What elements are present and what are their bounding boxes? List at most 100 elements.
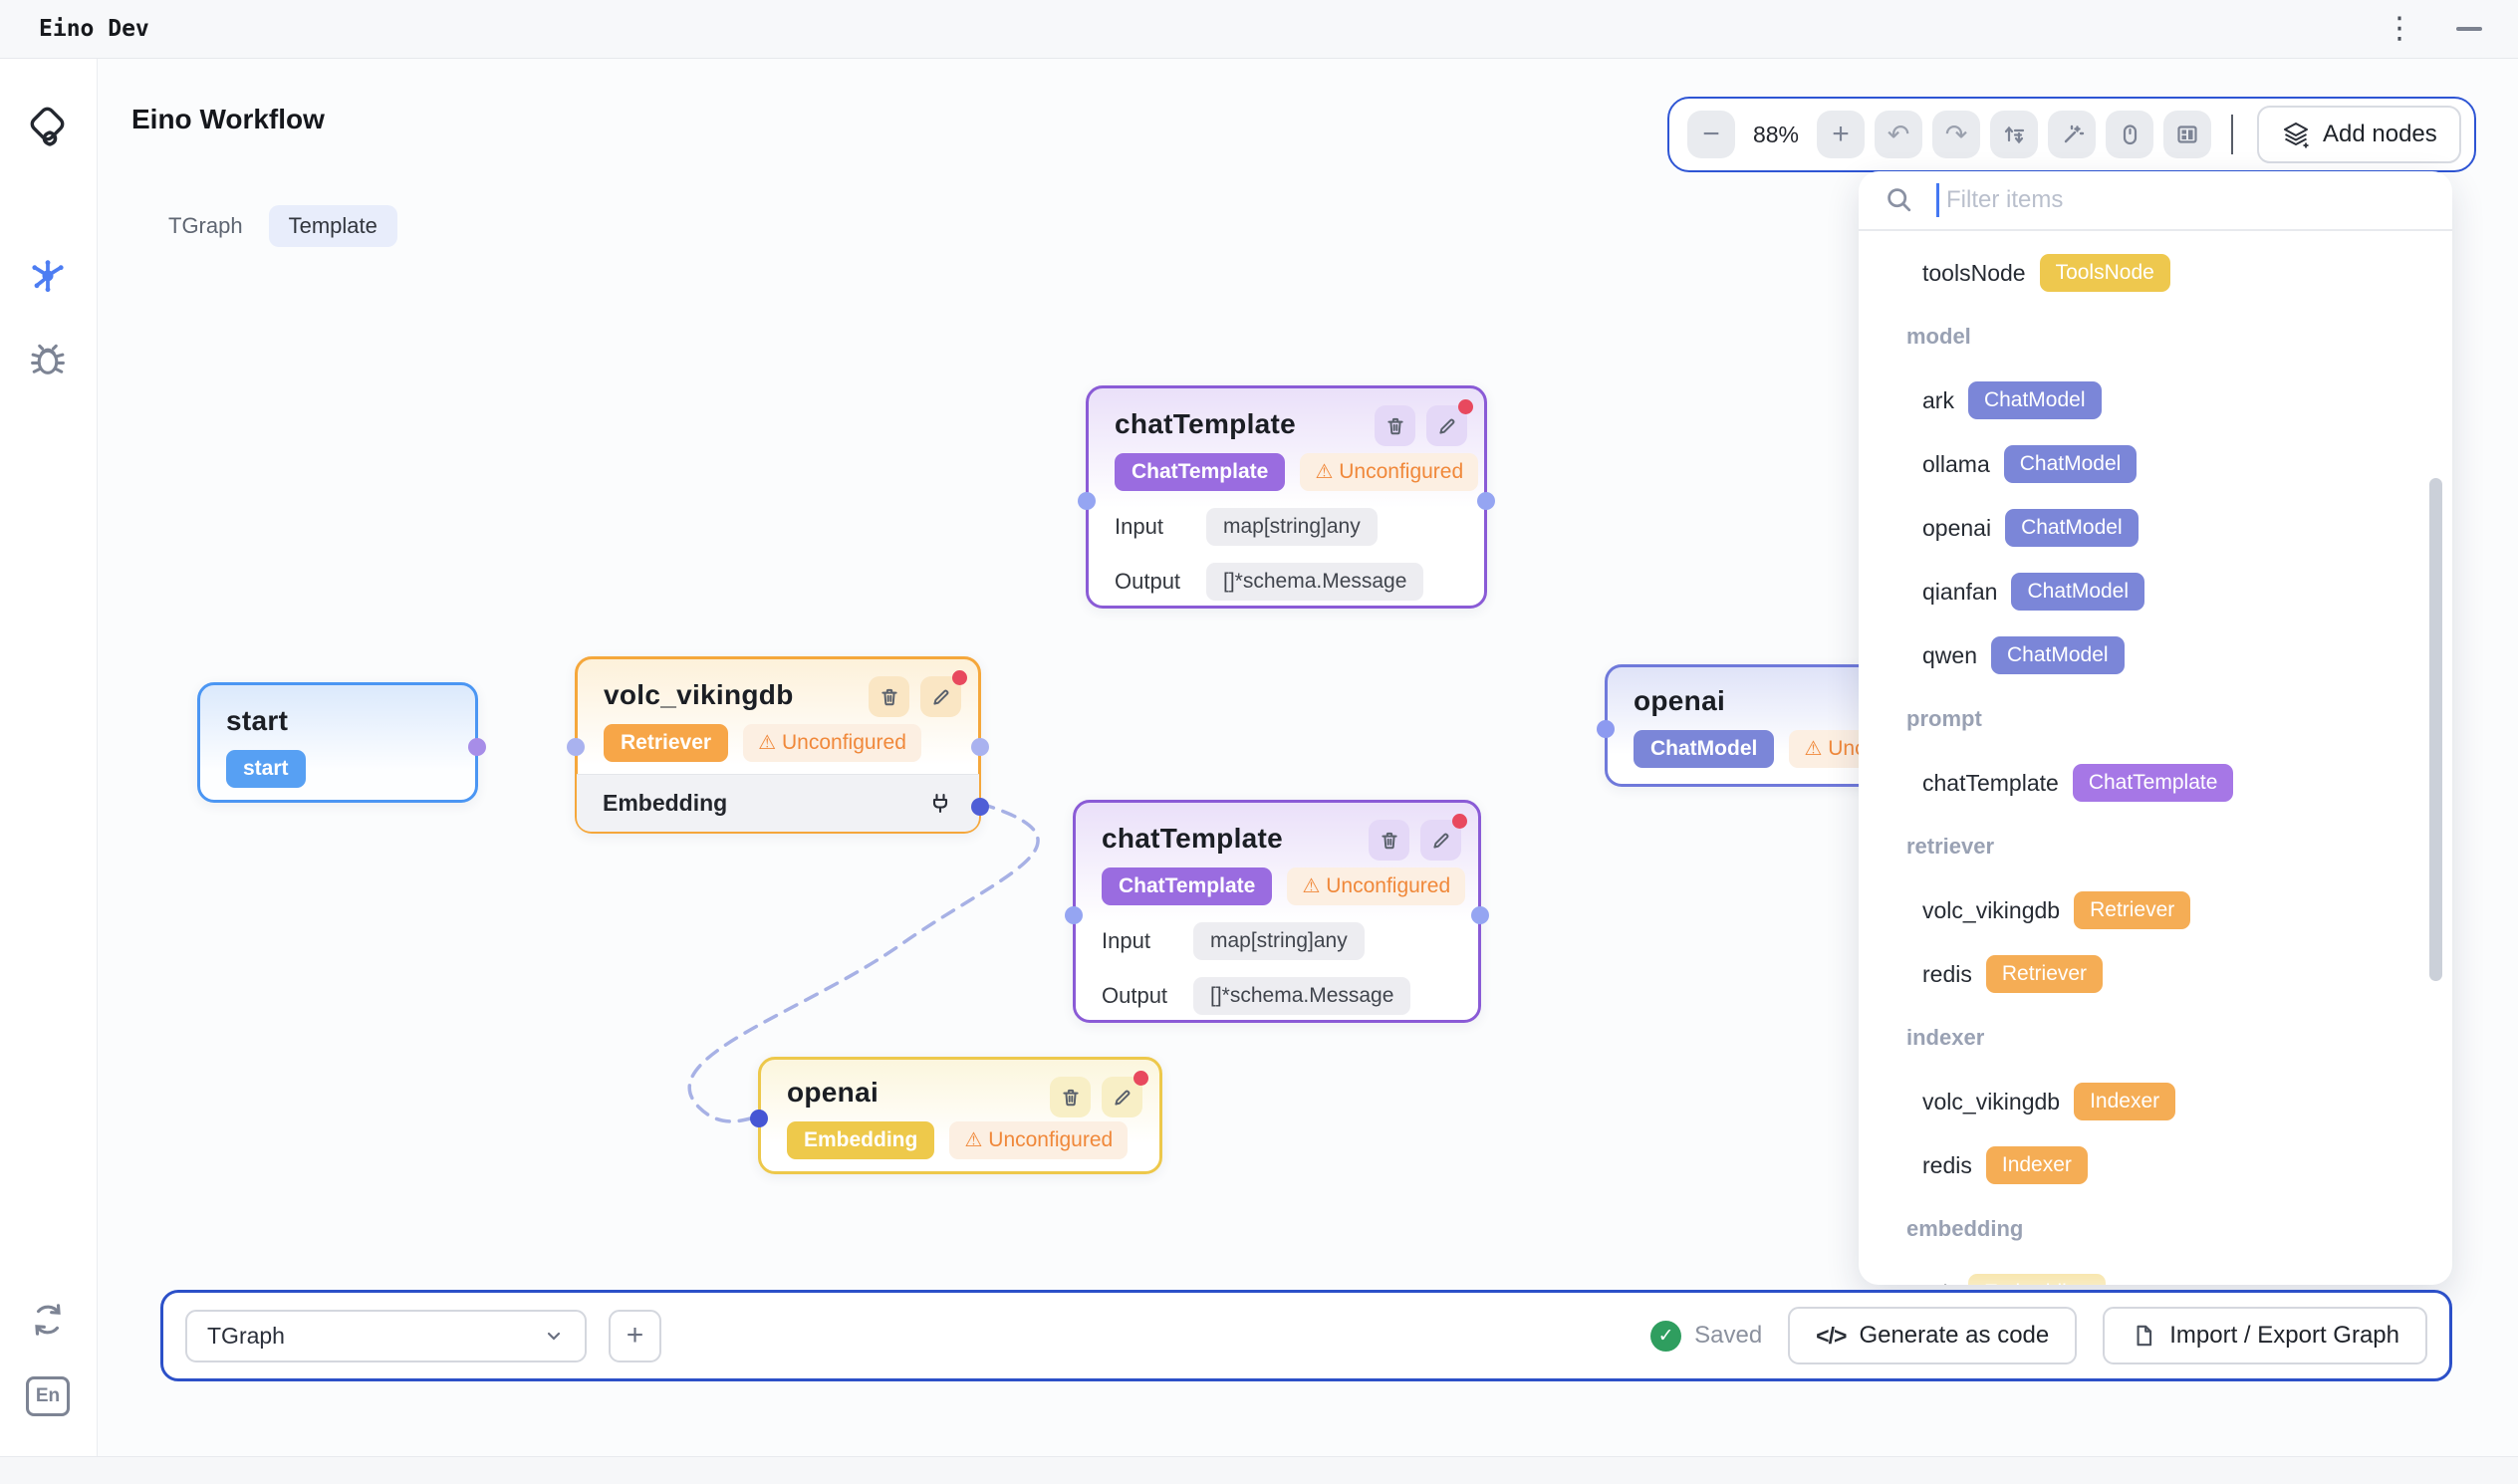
warning-icon: ⚠ [1302, 876, 1320, 896]
zoom-in-button[interactable]: + [1817, 111, 1865, 158]
node-chattemplate-mid[interactable]: chatTemplate ChatTemplate ⚠Unconfigured … [1073, 800, 1481, 1023]
delete-node-button[interactable] [1375, 405, 1415, 446]
embedding-slot-label: Embedding [603, 790, 727, 817]
type-badge: Indexer [2074, 1083, 2175, 1120]
save-status: ✓ Saved [1650, 1321, 1762, 1352]
port-start-output[interactable] [468, 738, 486, 756]
list-section-header: model [1859, 305, 2452, 369]
minimap-button[interactable] [2163, 111, 2211, 158]
document-icon [2131, 1323, 2156, 1349]
list-item[interactable]: toolsNodeToolsNode [1859, 241, 2452, 305]
edit-node-button[interactable] [1426, 405, 1467, 446]
type-badge: ChatTemplate [2073, 764, 2234, 802]
embedding-slot[interactable]: Embedding [577, 774, 979, 832]
tab-tgraph[interactable]: TGraph [168, 213, 243, 239]
filter-items-input[interactable] [1944, 185, 2426, 215]
list-item[interactable]: qianfanChatModel [1859, 560, 2452, 623]
port-chattemplate-mid-output[interactable] [1471, 906, 1489, 924]
eino-logo-icon [24, 104, 72, 151]
port-volc-output[interactable] [971, 738, 989, 756]
output-row: Output []*schema.Message [1102, 977, 1452, 1015]
mouse-mode-button[interactable] [2106, 111, 2153, 158]
node-type-badge: ChatTemplate [1115, 453, 1285, 491]
warning-icon: ⚠ [1804, 739, 1822, 759]
unsaved-indicator [1452, 814, 1467, 829]
list-item[interactable]: arkChatModel [1859, 369, 2452, 432]
node-start[interactable]: start start [197, 682, 478, 803]
list-item[interactable]: redisRetriever [1859, 942, 2452, 1006]
output-label: Output [1115, 569, 1188, 595]
plus-icon: + [1832, 118, 1850, 151]
status-badge: ⚠Unconfigured [1300, 453, 1478, 491]
plus-icon: + [627, 1319, 644, 1353]
window-titlebar: Eino Dev ⋮ [0, 0, 2518, 59]
magic-wand-icon [2059, 122, 2085, 147]
list-item[interactable]: openaiChatModel [1859, 496, 2452, 560]
input-type-chip: map[string]any [1206, 508, 1378, 546]
delete-node-button[interactable] [869, 676, 909, 717]
port-chattemplate-mid-input[interactable] [1065, 906, 1083, 924]
port-volc-input[interactable] [567, 738, 585, 756]
graph-select[interactable]: TGraph [185, 1310, 587, 1362]
panel-scrollbar[interactable] [2429, 478, 2442, 981]
list-item[interactable]: ollamaChatModel [1859, 432, 2452, 496]
mouse-icon [2117, 122, 2142, 147]
save-status-label: Saved [1694, 1322, 1762, 1350]
list-item[interactable]: redisIndexer [1859, 1133, 2452, 1197]
list-item[interactable]: qwenChatModel [1859, 623, 2452, 687]
add-nodes-panel: toolsNodeToolsNode model arkChatModel ol… [1859, 171, 2452, 1285]
warning-icon: ⚠ [758, 733, 776, 753]
type-badge: Embedding [1968, 1274, 2106, 1285]
graph-select-value: TGraph [207, 1323, 285, 1350]
redo-button[interactable]: ↷ [1932, 111, 1980, 158]
node-chattemplate-top[interactable]: chatTemplate ChatTemplate ⚠Unconfigured … [1086, 385, 1487, 609]
zoom-out-button[interactable]: − [1687, 111, 1735, 158]
port-openai-embedding-input[interactable] [750, 1110, 768, 1127]
list-section-header: prompt [1859, 687, 2452, 751]
list-item[interactable]: volc_vikingdbRetriever [1859, 878, 2452, 942]
node-type-badge: start [226, 750, 306, 788]
port-openai-chatmodel-input[interactable] [1597, 720, 1615, 738]
import-export-graph-button[interactable]: Import / Export Graph [2103, 1307, 2427, 1364]
input-row: Input map[string]any [1102, 922, 1452, 960]
edit-node-button[interactable] [1420, 820, 1461, 861]
list-item[interactable]: arkEmbedding [1859, 1261, 2452, 1285]
delete-node-button[interactable] [1050, 1077, 1091, 1117]
input-label: Input [1115, 514, 1188, 540]
delete-node-button[interactable] [1369, 820, 1409, 861]
edit-node-button[interactable] [920, 676, 961, 717]
graph-tabs: TGraph Template [168, 205, 397, 247]
edit-node-button[interactable] [1102, 1077, 1142, 1117]
sidebar: En ? [0, 58, 98, 1456]
add-nodes-button[interactable]: Add nodes [2257, 106, 2461, 163]
redo-icon: ↷ [1945, 120, 1968, 150]
node-openai-embedding[interactable]: openai Embedding ⚠Unconfigured [758, 1057, 1162, 1174]
sync-icon[interactable] [24, 1296, 72, 1344]
node-volc-vikingdb[interactable]: volc_vikingdb Retriever ⚠Unconfigured Em… [575, 656, 981, 834]
language-icon[interactable]: En [24, 1372, 72, 1420]
sidebar-item-debug[interactable] [24, 335, 72, 382]
input-row: Input map[string]any [1115, 508, 1458, 546]
window-menu-icon[interactable]: ⋮ [2385, 14, 2414, 44]
list-item[interactable]: volc_vikingdbIndexer [1859, 1070, 2452, 1133]
code-icon: </> [1816, 1323, 1846, 1350]
magic-wand-button[interactable] [2048, 111, 2096, 158]
unsaved-indicator [1458, 399, 1473, 414]
undo-button[interactable]: ↶ [1875, 111, 1922, 158]
port-chattemplate-top-output[interactable] [1477, 492, 1495, 510]
list-section-header: indexer [1859, 1006, 2452, 1070]
node-type-list: toolsNodeToolsNode model arkChatModel ol… [1859, 231, 2452, 1285]
node-type-badge: ChatTemplate [1102, 867, 1272, 905]
add-graph-button[interactable]: + [609, 1310, 661, 1362]
generate-as-code-button[interactable]: </> Generate as code [1788, 1307, 2077, 1364]
port-chattemplate-top-input[interactable] [1078, 492, 1096, 510]
input-label: Input [1102, 928, 1175, 954]
check-icon: ✓ [1650, 1321, 1681, 1352]
auto-layout-button[interactable] [1990, 111, 2038, 158]
list-item[interactable]: chatTemplateChatTemplate [1859, 751, 2452, 815]
port-volc-embedding[interactable] [971, 798, 989, 816]
zoom-level: 88% [1745, 122, 1807, 148]
window-minimize-icon[interactable] [2456, 27, 2482, 31]
tab-template[interactable]: Template [269, 205, 397, 247]
sidebar-item-workflow[interactable] [24, 253, 72, 301]
